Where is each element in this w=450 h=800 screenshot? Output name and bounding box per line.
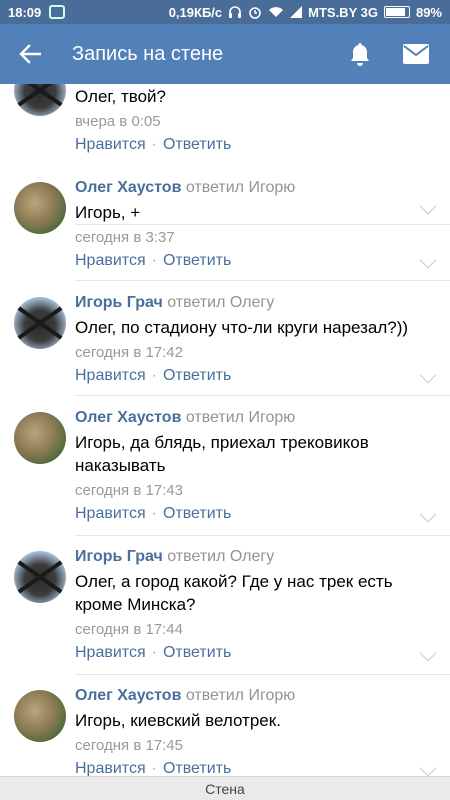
avatar[interactable] xyxy=(14,182,66,234)
reply-to-label: ответил Игорю xyxy=(181,179,296,196)
headset-icon xyxy=(228,5,242,19)
like-button[interactable]: Нравится xyxy=(75,365,146,387)
notifications-button[interactable] xyxy=(332,24,388,84)
divider xyxy=(75,674,450,675)
reply-to-label: ответил Игорю xyxy=(181,409,296,426)
wifi-icon xyxy=(268,6,284,18)
reply-button[interactable]: Ответить xyxy=(163,503,231,525)
comment-author[interactable]: Олег Хаустов xyxy=(75,179,181,196)
messages-button[interactable] xyxy=(388,24,444,84)
divider xyxy=(75,395,450,396)
reply-button[interactable]: Ответить xyxy=(163,758,231,776)
comment-time: сегодня в 3:37 xyxy=(75,229,175,246)
like-button[interactable]: Нравится xyxy=(75,134,146,156)
battery-level: 89% xyxy=(415,4,442,20)
like-button[interactable]: Нравится xyxy=(75,758,146,776)
comment-author[interactable]: Олег Хаустов xyxy=(75,687,181,704)
comment-text: Олег, твой? xyxy=(75,87,167,106)
avatar[interactable] xyxy=(14,84,66,116)
avatar[interactable] xyxy=(14,551,66,603)
avatar[interactable] xyxy=(14,297,66,349)
back-button[interactable] xyxy=(0,24,60,84)
like-button[interactable]: Нравится xyxy=(75,642,146,664)
comment-text: Игорь, да блядь, приехал трековиков нака… xyxy=(75,433,369,475)
comment-time: сегодня в 17:44 xyxy=(75,621,183,638)
like-button[interactable]: Нравится xyxy=(75,250,146,272)
avatar[interactable] xyxy=(14,412,66,464)
comment-text: Игорь, + xyxy=(75,203,141,222)
reply-button[interactable]: Ответить xyxy=(163,365,231,387)
reply-button[interactable]: Ответить xyxy=(163,250,231,272)
comments-list[interactable]: Олег, твой? вчера в 0:05 Нравится · Отве… xyxy=(0,84,450,776)
comment-time: сегодня в 17:45 xyxy=(75,737,183,754)
arrow-left-icon xyxy=(19,44,41,64)
status-bar: 18:09 0,19КБ/с MTS.BY 3G 89% xyxy=(0,0,450,24)
comment-author[interactable]: Игорь Грач xyxy=(75,548,163,565)
mail-icon xyxy=(403,44,429,64)
reply-button[interactable]: Ответить xyxy=(163,134,231,156)
status-time: 18:09 xyxy=(8,4,42,20)
reply-to-label: ответил Олегу xyxy=(162,548,275,565)
comment-time: вчера в 0:05 xyxy=(75,113,161,130)
reply-to-label: ответил Игорю xyxy=(181,687,296,704)
comment-text: Олег, по стадиону что-ли круги нарезал?)… xyxy=(75,318,409,337)
comment-author[interactable]: Олег Хаустов xyxy=(75,409,181,426)
avatar[interactable] xyxy=(14,690,66,742)
notification-icon xyxy=(49,5,66,19)
divider xyxy=(75,535,450,536)
app-toolbar: Запись на стене xyxy=(0,24,450,84)
comment-time: сегодня в 17:43 xyxy=(75,482,183,499)
comment-author[interactable]: Игорь Грач xyxy=(75,294,163,311)
comment-text: Игорь, киевский велотрек. xyxy=(75,711,281,730)
wall-tab[interactable]: Стена xyxy=(0,776,450,800)
alarm-icon xyxy=(248,5,262,19)
signal-icon xyxy=(290,6,303,18)
reply-button[interactable]: Ответить xyxy=(163,642,231,664)
page-title: Запись на стене xyxy=(72,42,224,65)
bell-icon xyxy=(351,43,369,66)
reply-to-label: ответил Олегу xyxy=(162,294,275,311)
divider xyxy=(75,280,450,281)
comment-text: Олег, а город какой? Где у нас трек есть… xyxy=(75,572,393,614)
network-speed: 0,19КБ/с xyxy=(168,4,223,20)
like-button[interactable]: Нравится xyxy=(75,503,146,525)
carrier-label: MTS.BY 3G xyxy=(308,4,378,20)
comment-time: сегодня в 17:42 xyxy=(75,344,183,361)
battery-icon xyxy=(383,6,410,18)
